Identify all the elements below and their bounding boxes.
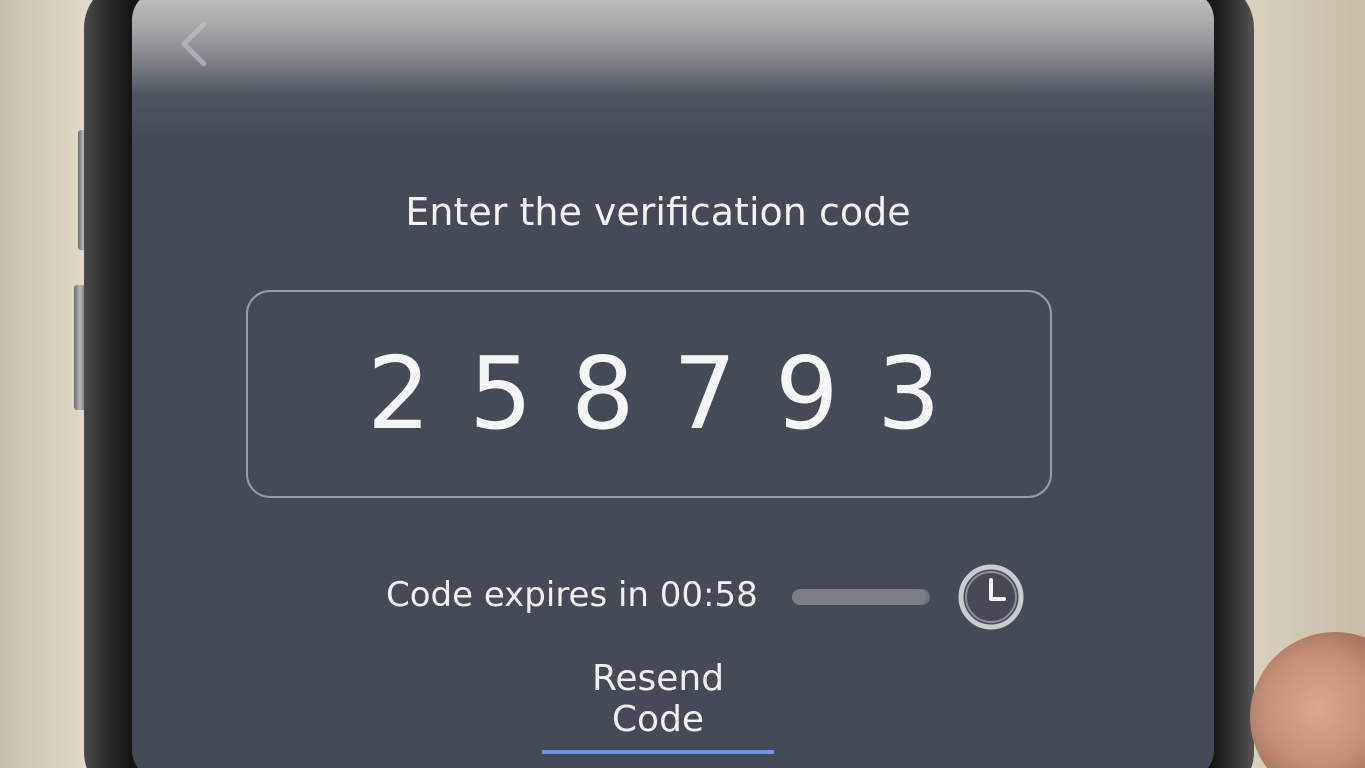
verification-screen: Enter the verification code 2 5 8 7 9 3 … xyxy=(132,0,1214,768)
page-title: Enter the verification code xyxy=(405,190,911,234)
code-digit-5: 9 xyxy=(775,335,839,452)
expiry-countdown-text: Code expires in 00:58 xyxy=(386,575,758,615)
code-digit-2: 5 xyxy=(469,335,533,452)
resend-code-link[interactable]: Resend Code xyxy=(542,658,774,754)
expiry-progress-fill xyxy=(792,589,926,605)
verification-code-input[interactable]: 2 5 8 7 9 3 xyxy=(246,290,1052,498)
expiry-row: Code expires in 00:58 xyxy=(386,564,1036,635)
code-digit-4: 7 xyxy=(673,335,737,452)
code-digit-1: 2 xyxy=(367,335,431,452)
clock-icon xyxy=(958,564,1024,630)
code-digit-3: 8 xyxy=(571,335,635,452)
back-button[interactable] xyxy=(172,16,218,72)
screen-glare xyxy=(132,0,1214,140)
chevron-left-icon xyxy=(181,21,207,67)
code-digits: 2 5 8 7 9 3 xyxy=(248,292,1050,496)
expiry-progress-bar xyxy=(792,589,930,605)
code-digit-6: 3 xyxy=(877,335,941,452)
